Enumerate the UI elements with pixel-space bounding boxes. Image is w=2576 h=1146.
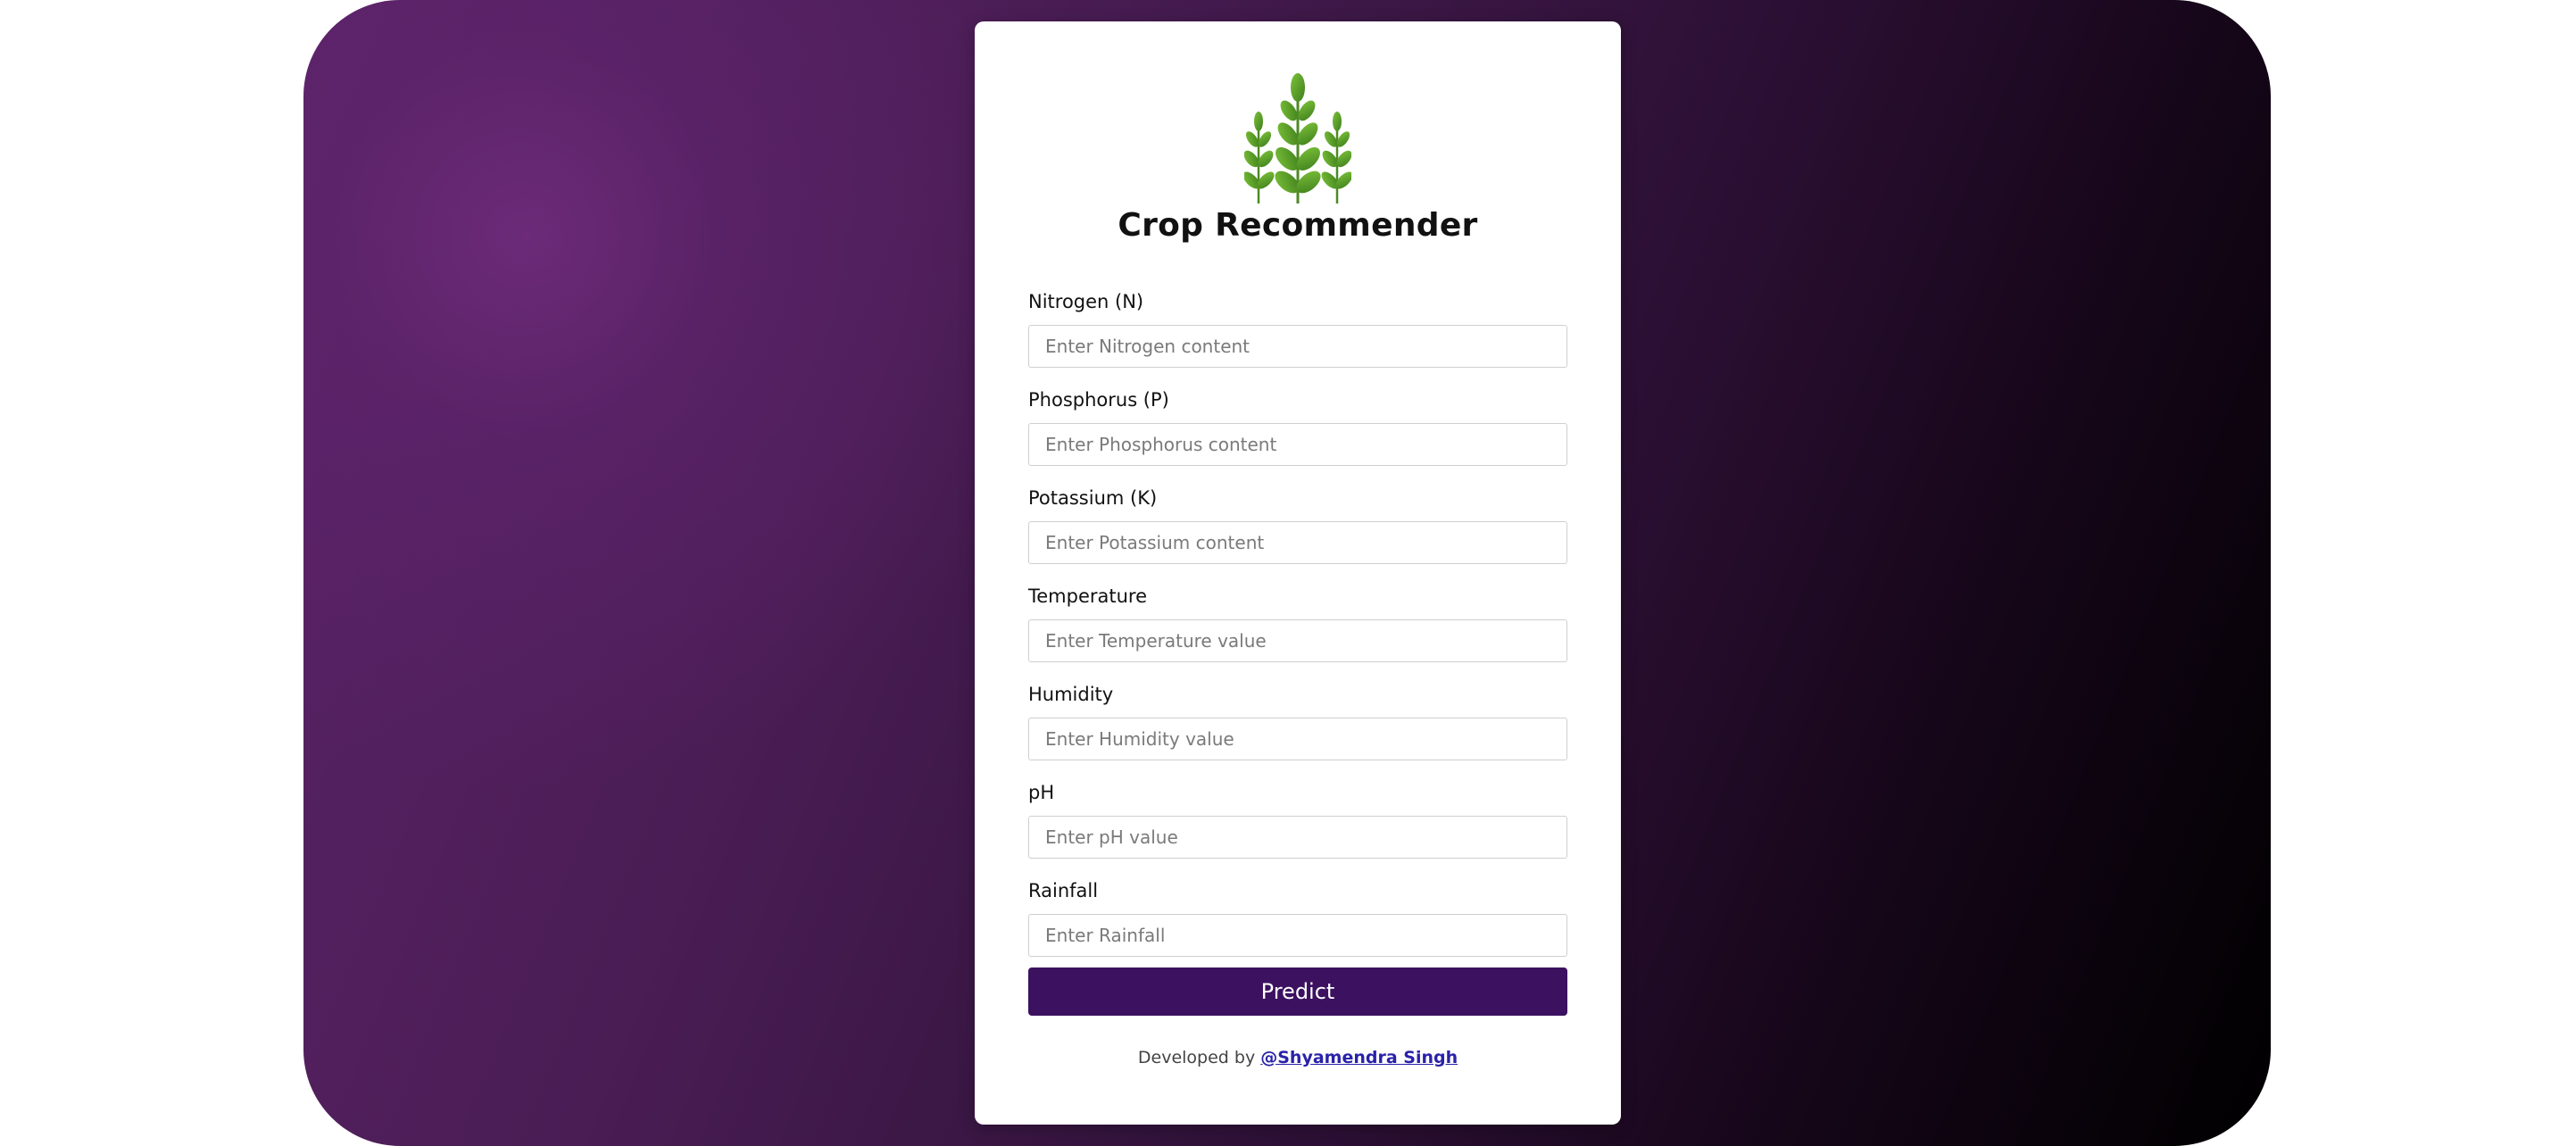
ph-field-group: pH <box>1028 780 1567 878</box>
nitrogen-label: Nitrogen (N) <box>1028 291 1144 312</box>
footer-prefix: Developed by <box>1137 1048 1261 1067</box>
phosphorus-input[interactable] <box>1028 423 1567 466</box>
temperature-field-group: Temperature <box>1028 584 1567 682</box>
rainfall-label: Rainfall <box>1028 880 1099 901</box>
humidity-label: Humidity <box>1028 684 1114 705</box>
ph-label: pH <box>1028 782 1055 803</box>
nitrogen-input[interactable] <box>1028 325 1567 368</box>
recommender-card: Crop Recommender Nitrogen (N) Phosphorus… <box>975 21 1621 1125</box>
page-title: Crop Recommender <box>1118 207 1478 244</box>
phosphorus-label: Phosphorus (P) <box>1028 389 1169 411</box>
nitrogen-field-group: Nitrogen (N) <box>1028 289 1567 387</box>
humidity-field-group: Humidity <box>1028 682 1567 780</box>
predict-button[interactable]: Predict <box>1028 967 1567 1016</box>
footer-credit: Developed by @Shyamendra Singh <box>975 1048 1621 1067</box>
rainfall-field-group: Rainfall <box>1028 878 1567 976</box>
crop-form: Nitrogen (N) Phosphorus (P) Potassium (K… <box>1028 289 1567 976</box>
potassium-input[interactable] <box>1028 521 1567 564</box>
phosphorus-field-group: Phosphorus (P) <box>1028 387 1567 486</box>
temperature-label: Temperature <box>1028 585 1148 607</box>
author-link[interactable]: @Shyamendra Singh <box>1260 1048 1458 1067</box>
potassium-field-group: Potassium (K) <box>1028 486 1567 584</box>
potassium-label: Potassium (K) <box>1028 487 1158 509</box>
wheat-plant-icon <box>975 71 1621 205</box>
rainfall-input[interactable] <box>1028 914 1567 957</box>
ph-input[interactable] <box>1028 816 1567 859</box>
humidity-input[interactable] <box>1028 718 1567 760</box>
temperature-input[interactable] <box>1028 619 1567 662</box>
page-background: Crop Recommender Nitrogen (N) Phosphorus… <box>303 0 2271 1146</box>
